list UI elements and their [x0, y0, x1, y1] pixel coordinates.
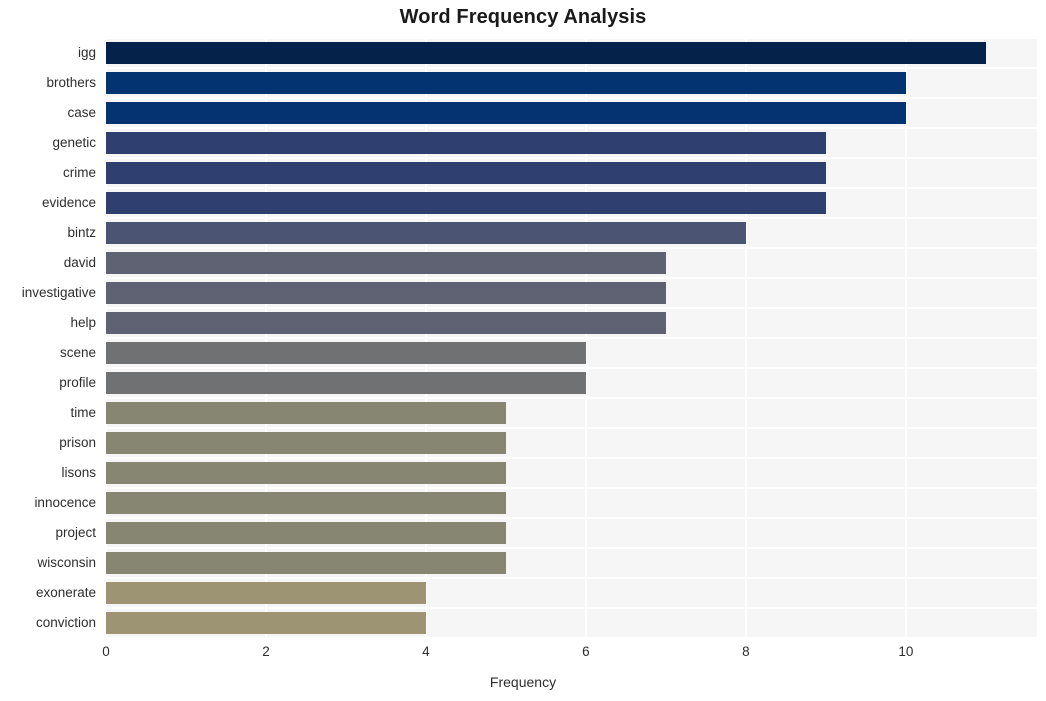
y-axis-tick-label: conviction — [35, 615, 96, 630]
x-axis-tick-label: 8 — [742, 644, 750, 659]
y-axis-tick-label: exonerate — [35, 585, 96, 600]
x-axis-tick-label: 10 — [898, 644, 914, 659]
y-axis-tick-label: igg — [77, 45, 96, 60]
x-axis-tick-label: 2 — [262, 644, 270, 659]
y-axis-tick-label: investigative — [21, 285, 96, 300]
y-axis-tick-label: profile — [59, 375, 96, 390]
y-axis-tick-label: project — [55, 525, 96, 540]
x-axis-tick-label: 6 — [582, 644, 590, 659]
x-axis-tick-label: 4 — [422, 644, 430, 659]
y-axis-tick-label: brothers — [46, 75, 96, 90]
y-axis-tick-label: crime — [63, 165, 96, 180]
y-axis-tick-label: genetic — [52, 135, 96, 150]
y-axis-tick-label: david — [63, 255, 96, 270]
x-axis-tick-label: 0 — [102, 644, 110, 659]
y-axis-tick-label: lisons — [61, 465, 96, 480]
word-frequency-chart: Word Frequency Analysis igg brothers case g… — [0, 0, 1046, 701]
y-axis-labels: igg brothers case genetic crime evidence bintz… — [0, 0, 1046, 701]
y-axis-tick-label: wisconsin — [37, 555, 96, 570]
y-axis-tick-label: case — [67, 105, 96, 120]
y-axis-tick-label: evidence — [41, 195, 96, 210]
y-axis-tick-label: scene — [59, 345, 96, 360]
y-axis-tick-label: prison — [59, 435, 96, 450]
y-axis-tick-label: time — [70, 405, 96, 420]
y-axis-tick-label: help — [70, 315, 96, 330]
y-axis-tick-label: bintz — [67, 225, 96, 240]
x-axis-label: Frequency — [489, 674, 557, 690]
y-axis-tick-label: innocence — [34, 495, 96, 510]
